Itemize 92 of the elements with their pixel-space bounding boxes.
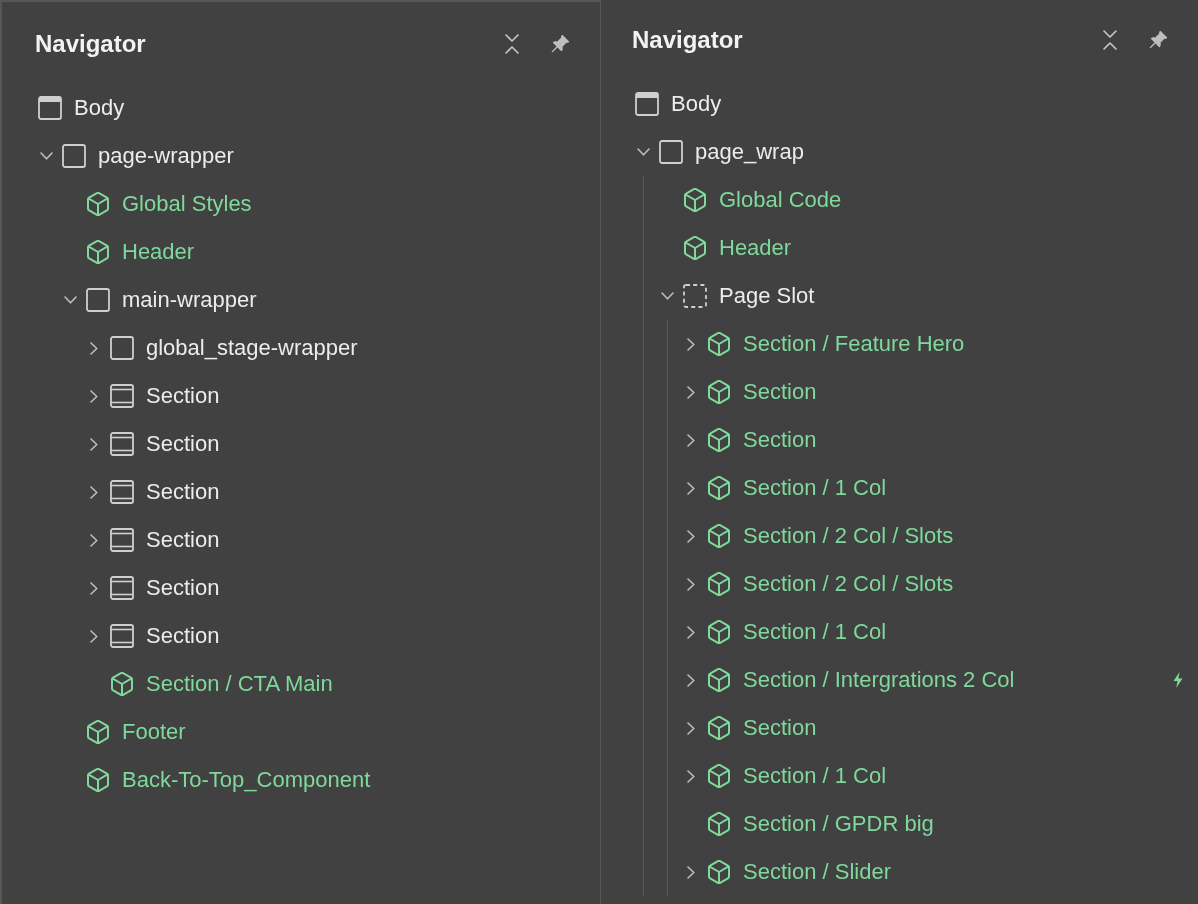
tree-item-label[interactable]: Section	[146, 622, 220, 650]
tree-item-label[interactable]: Header	[719, 234, 792, 262]
chevron-right-icon[interactable]	[687, 529, 695, 543]
tree-item-label[interactable]: Section / 2 Col / Slots	[743, 522, 954, 550]
tree-item-label[interactable]: Section / 1 Col	[743, 474, 887, 502]
tree-item-label[interactable]: Body	[74, 94, 125, 122]
tree-item-label[interactable]: Section / Slider	[743, 858, 891, 886]
tree-item-label[interactable]: page-wrapper	[98, 142, 234, 170]
panel-title: Navigator	[35, 29, 146, 59]
square-icon	[110, 336, 134, 360]
cube-icon	[86, 720, 110, 744]
cube-icon	[683, 236, 707, 260]
cube-icon	[707, 860, 731, 884]
cube-icon	[707, 428, 731, 452]
chevron-down-icon[interactable]	[661, 292, 674, 300]
cube-icon	[707, 620, 731, 644]
chevron-right-icon[interactable]	[90, 629, 98, 643]
chevron-right-icon[interactable]	[687, 865, 695, 879]
chevron-down-icon[interactable]	[40, 152, 53, 160]
chevron-down-icon[interactable]	[64, 296, 77, 304]
tree-item-label[interactable]: Page Slot	[719, 282, 815, 310]
chevron-right-icon[interactable]	[687, 673, 695, 687]
tree-item-label[interactable]: Section	[743, 378, 817, 406]
cube-icon	[707, 380, 731, 404]
cube-icon	[86, 192, 110, 216]
tree-item-label[interactable]: Section	[743, 714, 817, 742]
cube-icon	[707, 572, 731, 596]
tree-item-label[interactable]: Section	[146, 382, 220, 410]
window-icon	[635, 92, 659, 116]
tree-item-label[interactable]: Section	[146, 526, 220, 554]
tree-item-label[interactable]: Section / GPDR big	[743, 810, 934, 838]
cube-icon	[86, 768, 110, 792]
pin-icon	[1148, 30, 1168, 50]
chevron-right-icon[interactable]	[90, 341, 98, 355]
section-icon	[110, 576, 134, 600]
cube-icon	[707, 764, 731, 788]
window-icon	[38, 96, 62, 120]
chevron-down-icon[interactable]	[637, 148, 650, 156]
chevron-right-icon[interactable]	[687, 385, 695, 399]
tree-item-label[interactable]: Section / 2 Col / Slots	[743, 570, 954, 598]
tree-item-label[interactable]: Section	[146, 478, 220, 506]
panel-title: Navigator	[632, 25, 743, 55]
section-icon	[110, 432, 134, 456]
square-icon	[659, 140, 683, 164]
tree-item-label[interactable]: global_stage-wrapper	[146, 334, 358, 362]
tree-item-label[interactable]: Section	[146, 430, 220, 458]
tree-item-label[interactable]: Section / 1 Col	[743, 618, 887, 646]
chevron-right-icon[interactable]	[687, 577, 695, 591]
tree-item-label[interactable]: Section / Feature Hero	[743, 330, 965, 358]
tree-item-label[interactable]: Section	[146, 574, 220, 602]
section-icon	[110, 384, 134, 408]
cube-icon	[110, 672, 134, 696]
tree-item-label[interactable]: Section / CTA Main	[146, 670, 333, 698]
tree-item-label[interactable]: Back-To-Top_Component	[122, 766, 371, 794]
chevron-right-icon[interactable]	[687, 337, 695, 351]
cube-icon	[707, 812, 731, 836]
chevron-right-icon[interactable]	[687, 721, 695, 735]
chevron-right-icon[interactable]	[90, 581, 98, 595]
chevron-right-icon[interactable]	[90, 437, 98, 451]
cube-icon	[707, 524, 731, 548]
pin-icon	[550, 34, 570, 54]
chevrons-inward-icon	[505, 34, 519, 54]
tree-item-label[interactable]: page_wrap	[695, 138, 804, 166]
tree-item-label[interactable]: Header	[122, 238, 195, 266]
tree-item-label[interactable]: Section	[743, 426, 817, 454]
dashed-square-icon	[683, 284, 707, 308]
cube-icon	[707, 668, 731, 692]
chevron-right-icon[interactable]	[90, 533, 98, 547]
tree-item-label[interactable]: Section / Intergrations 2 Col	[743, 666, 1015, 694]
square-icon	[86, 288, 110, 312]
cube-icon	[707, 476, 731, 500]
tree-item-label[interactable]: main-wrapper	[122, 286, 257, 314]
section-icon	[110, 480, 134, 504]
chevron-right-icon[interactable]	[687, 769, 695, 783]
chevron-right-icon[interactable]	[687, 625, 695, 639]
chevrons-inward-icon	[1103, 30, 1117, 50]
section-icon	[110, 624, 134, 648]
cube-icon	[683, 188, 707, 212]
chevron-right-icon[interactable]	[90, 485, 98, 499]
section-icon	[110, 528, 134, 552]
tree-item-label[interactable]: Section / 1 Col	[743, 762, 887, 790]
square-icon	[62, 144, 86, 168]
tree-item-label[interactable]: Global Code	[719, 186, 842, 214]
chevron-right-icon[interactable]	[687, 481, 695, 495]
cube-icon	[86, 240, 110, 264]
tree-item-label[interactable]: Footer	[122, 718, 186, 746]
cube-icon	[707, 716, 731, 740]
chevron-right-icon[interactable]	[687, 433, 695, 447]
chevron-right-icon[interactable]	[90, 389, 98, 403]
tree-item-label[interactable]: Body	[671, 90, 722, 118]
cube-icon	[707, 332, 731, 356]
tree-item-label[interactable]: Global Styles	[122, 190, 252, 218]
